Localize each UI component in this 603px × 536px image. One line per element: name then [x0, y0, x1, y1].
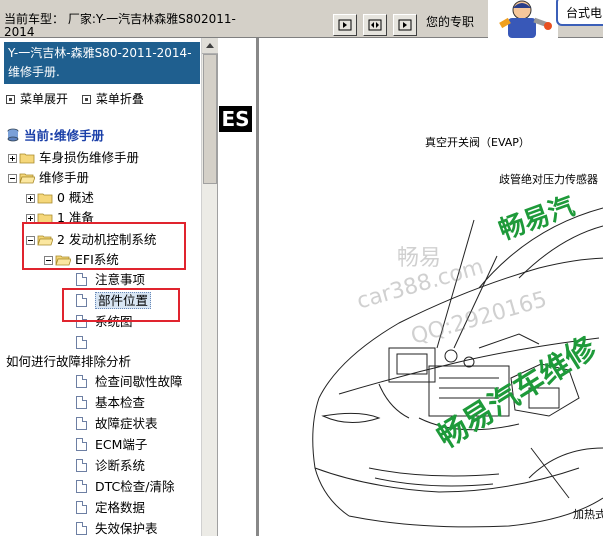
menu-tree: 当前:维修手册 车身损伤维修手册 维修手册 0 概述 1 准备 2 发动机控制系…	[0, 124, 200, 536]
prev-page-button[interactable]	[333, 14, 357, 36]
tree-item-label: 故障症状表	[95, 416, 158, 431]
tree-item-overview[interactable]: 0 概述	[26, 188, 94, 208]
tree-item-label: 失效保护表	[95, 521, 158, 536]
tree-item-label: 车身损伤维修手册	[39, 150, 140, 165]
menu-controls: 菜单展开 菜单折叠	[6, 90, 154, 107]
page-icon	[76, 336, 87, 349]
tree-item-label: DTC检查/清除	[95, 479, 175, 494]
tree-item-freeze-frame[interactable]: 定格数据	[76, 498, 145, 518]
tree-item-precautions[interactable]: 注意事项	[76, 270, 145, 290]
scroll-up-arrow-icon[interactable]	[202, 38, 218, 54]
tree-item-diagnostic-system[interactable]: 诊断系统	[76, 456, 145, 476]
next-page-button[interactable]	[393, 14, 417, 36]
tree-item-label: 检查间歇性故障	[95, 374, 183, 389]
tree-item-label: 基本检查	[95, 395, 146, 410]
page-icon	[76, 459, 87, 472]
collapse-icon	[81, 95, 91, 104]
tree-item-repair-manual[interactable]: 维修手册	[8, 168, 89, 188]
folder-open-icon	[19, 173, 35, 184]
page-icon	[76, 375, 87, 388]
tree-item-label: 0 概述	[57, 190, 94, 205]
tree-item-label: 如何进行故障排除分析	[6, 354, 132, 369]
section-tag: ES	[219, 106, 252, 132]
page-icon	[76, 522, 87, 535]
tree-item-body-repair[interactable]: 车身损伤维修手册	[8, 148, 139, 168]
expand-menu-label: 菜单展开	[20, 92, 69, 106]
tree-item-intermittent-check[interactable]: 检查间歇性故障	[76, 372, 183, 392]
expand-icon	[6, 95, 15, 104]
database-icon	[7, 128, 19, 142]
prev-icon	[338, 19, 352, 31]
highlight-box-engine	[22, 222, 186, 270]
page-icon	[76, 480, 87, 493]
next-icon	[398, 19, 412, 31]
tree-item-label: 维修手册	[39, 170, 90, 185]
current-model-label: 当前车型： 厂家:Y-一汽吉林森雅S802011-2014	[4, 13, 236, 37]
collapse-menu-button[interactable]: 菜单折叠	[81, 92, 144, 106]
sidebar-scrollbar[interactable]	[201, 38, 218, 536]
top-toolbar: 当前车型： 厂家:Y-一汽吉林森雅S802011-2014 您的专职 台式电	[0, 0, 603, 38]
tree-item-label: 注意事项	[95, 272, 146, 287]
expand-menu-button[interactable]: 菜单展开	[6, 92, 68, 106]
pro-tagline: 您的专职	[426, 15, 475, 29]
collapse-toggle-icon[interactable]	[8, 174, 17, 183]
collapse-menu-label: 菜单折叠	[95, 92, 144, 106]
page-icon	[76, 438, 87, 451]
page-icon	[76, 273, 87, 286]
scroll-thumb[interactable]	[203, 54, 217, 184]
folder-icon	[37, 193, 53, 204]
manual-content: ES 真空开关阀（EVAP） 歧管绝对压力传感器 加热式 畅易 car388.c…	[219, 38, 603, 536]
expand-toggle-icon[interactable]	[26, 194, 35, 203]
expand-toggle-icon[interactable]	[8, 154, 17, 163]
mechanic-mascot-image	[488, 0, 558, 38]
tree-item-troubleshooting-analysis[interactable]: 如何进行故障排除分析	[6, 352, 131, 372]
tree-root-label: 当前:维修手册	[24, 128, 104, 143]
desktop-version-button[interactable]: 台式电	[556, 0, 603, 26]
tree-item-ecm-terminals[interactable]: ECM端子	[76, 435, 147, 455]
page-icon	[76, 501, 87, 514]
page-divider	[256, 38, 259, 536]
tree-root-current[interactable]: 当前:维修手册	[6, 126, 104, 146]
tree-item-label: 诊断系统	[95, 458, 146, 473]
page-icon	[76, 417, 87, 430]
document-title: Y-一汽吉林-森雅S80-2011-2014- 维修手册.	[4, 42, 200, 84]
resize-view-button[interactable]	[363, 14, 387, 36]
tree-item-fail-safe[interactable]: 失效保护表	[76, 519, 158, 536]
resize-icon	[368, 19, 382, 31]
tree-item-symptom-table[interactable]: 故障症状表	[76, 414, 158, 434]
page-icon	[76, 396, 87, 409]
tree-item-label: ECM端子	[95, 437, 148, 452]
tree-item-dtc-check[interactable]: DTC检查/清除	[76, 477, 174, 497]
highlight-box-component	[62, 288, 180, 322]
tree-item-basic-inspection[interactable]: 基本检查	[76, 393, 145, 413]
sidebar: Y-一汽吉林-森雅S80-2011-2014- 维修手册. 菜单展开 菜单折叠 …	[0, 38, 218, 536]
tree-item-label: 定格数据	[95, 500, 146, 515]
tree-item-untitled[interactable]	[76, 333, 95, 353]
folder-icon	[19, 153, 35, 164]
